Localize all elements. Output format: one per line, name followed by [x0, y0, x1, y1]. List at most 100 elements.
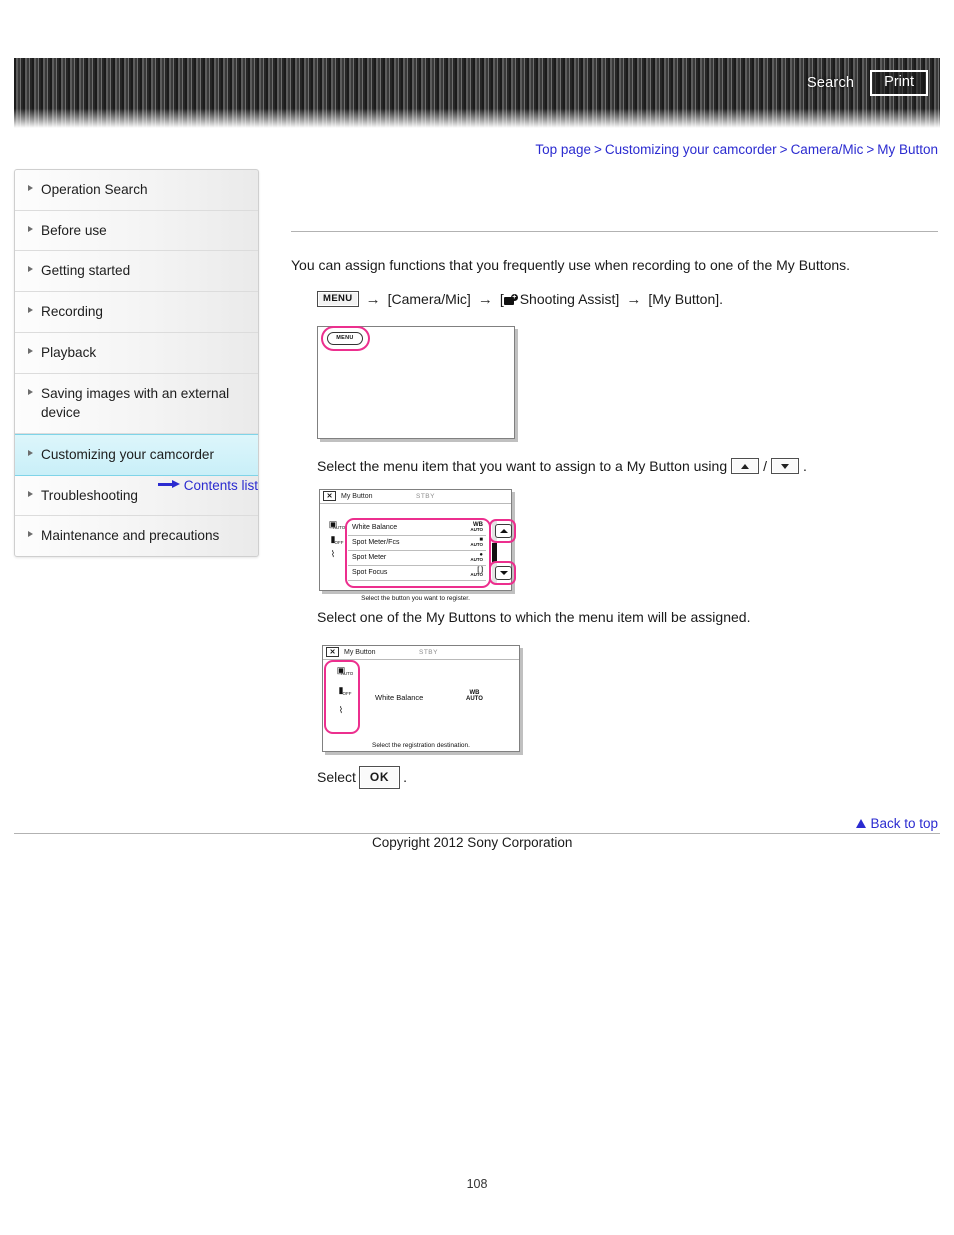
sidebar-item-operation-search[interactable]: Operation Search	[15, 170, 258, 211]
lcd2-header: ✕ My Button STBY	[320, 490, 511, 504]
sidebar-item-label: Saving images with an external device	[41, 385, 230, 421]
breadcrumb: Top page > Customizing your camcorder > Came…	[535, 142, 938, 157]
lcd3-assigned-label: White Balance	[375, 692, 424, 702]
camcorder-icon: +	[503, 294, 519, 306]
contents-list-label: Contents list	[183, 478, 258, 493]
flash-icon[interactable]: ▮ OFF	[331, 534, 344, 545]
down-arrow-key-chip[interactable]	[771, 458, 800, 475]
chevron-right-icon	[28, 388, 33, 395]
lcd2-side-icon-column: ▣ AUTO ▮ OFF ⌇	[322, 519, 346, 559]
chevron-right-icon	[28, 531, 33, 538]
contents-list-link[interactable]: Contents list	[157, 478, 258, 493]
copyright-text: Copyright 2012 Sony Corporation	[372, 835, 573, 850]
lcd2-caption: Select the button you want to register.	[361, 594, 470, 602]
lcd3-title: My Button	[344, 648, 376, 656]
step-c-prefix: Select	[317, 768, 356, 785]
sidebar-item-label: Playback	[41, 344, 97, 360]
arrow-right-icon	[157, 480, 180, 489]
sidebar-item-customizing-your-camcorder[interactable]: Customizing your camcorder	[15, 433, 258, 476]
chevron-right-icon	[28, 347, 33, 354]
chevron-right-icon	[28, 225, 33, 232]
step-a-period: .	[803, 457, 807, 474]
step-c-line: Select OK .	[291, 765, 938, 789]
menu-path-step-my-button: [My Button].	[648, 291, 724, 308]
lcd2-status-badge: STBY	[416, 492, 435, 500]
highlight-box-menu-list	[345, 517, 491, 588]
sidebar-item-before-use[interactable]: Before use	[15, 211, 258, 252]
step-c-period: .	[403, 768, 408, 785]
chevron-right-icon	[28, 266, 33, 273]
breadcrumb-item-customizing[interactable]: Customizing your camcorder	[605, 142, 777, 157]
scene-select-icon[interactable]: ▣ AUTO	[329, 519, 346, 530]
contents-list-container: Contents list	[14, 478, 259, 493]
highlight-box-scroll-up	[489, 518, 516, 543]
intro-paragraph: You can assign functions that you freque…	[291, 257, 851, 273]
sidebar-item-label: Operation Search	[41, 182, 148, 197]
main-content: You can assign functions that you freque…	[291, 169, 938, 789]
search-link[interactable]: Search	[807, 75, 854, 91]
breadcrumb-item-top-page[interactable]: Top page	[535, 142, 591, 157]
step-b-line: Select one of the My Buttons to which th…	[291, 607, 938, 628]
chevron-right-icon	[28, 307, 33, 314]
lcd2-body: ▣ AUTO ▮ OFF ⌇ White Balance WB AUTO Spot M…	[320, 504, 516, 604]
highlight-box-menu-button	[321, 325, 370, 351]
sidebar-item-recording[interactable]: Recording	[15, 292, 258, 333]
lcd3-status-badge: STBY	[419, 648, 438, 656]
close-icon[interactable]: ✕	[326, 647, 339, 658]
arrow-icon: →	[365, 290, 381, 308]
lcd-screen-mockup-1: MENU	[317, 325, 515, 439]
page-number: 108	[466, 1177, 488, 1191]
triangle-up-icon	[856, 819, 867, 828]
sidebar-item-getting-started[interactable]: Getting started	[15, 251, 258, 293]
back-to-top-link[interactable]: Back to top	[856, 816, 938, 831]
lcd3-assigned-value: WB AUTO	[466, 689, 483, 702]
lcd2-title: My Button	[341, 492, 373, 500]
sidebar-item-label: Maintenance and precautions	[41, 528, 220, 544]
sidebar-item-label: Before use	[41, 222, 107, 238]
step-a-divider: /	[763, 457, 768, 474]
lcd3-caption: Select the registration destination.	[372, 741, 470, 749]
lcd-mockup-3-wrap: ✕ My Button STBY ▣ AUTO ▮ OFF ⌇ White Bala…	[291, 644, 938, 752]
breadcrumb-separator: >	[593, 142, 602, 157]
lcd-screen-mockup-3: ✕ My Button STBY ▣ AUTO ▮ OFF ⌇ White Bala…	[322, 644, 520, 752]
sidebar-item-saving-images[interactable]: Saving images with an external device	[15, 374, 258, 434]
menu-button-chip[interactable]: MENU	[317, 291, 359, 307]
shooting-assist-label: Shooting Assist]	[519, 291, 620, 308]
title-divider	[291, 231, 938, 232]
footer-divider	[14, 833, 940, 834]
site-header-banner: Search Print	[14, 58, 940, 128]
arrow-icon: →	[626, 290, 642, 308]
step-a-text: Select the menu item that you want to as…	[317, 457, 728, 474]
header-actions: Search Print	[807, 58, 928, 108]
breadcrumb-separator: >	[779, 142, 788, 157]
highlight-box-my-buttons	[324, 659, 360, 734]
sidebar-navigation: Operation Search Before use Getting star…	[14, 169, 259, 558]
lcd-mockup-2-wrap: ✕ My Button STBY ▣ AUTO ▮ OFF ⌇ White Bala…	[291, 488, 938, 602]
up-arrow-key-chip[interactable]	[731, 458, 760, 475]
menu-path-step-camera-mic: [Camera/Mic]	[387, 291, 471, 308]
arrow-icon: →	[477, 290, 493, 308]
lcd3-header: ✕ My Button STBY	[323, 646, 519, 660]
sidebar-item-label: Getting started	[41, 263, 131, 279]
menu-path-line: MENU → [Camera/Mic] → [+ Shooting Assist]…	[291, 291, 938, 308]
step-b-text: Select one of the My Buttons to which th…	[317, 608, 751, 625]
lcd-screen-mockup-2: ✕ My Button STBY ▣ AUTO ▮ OFF ⌇ White Bala…	[319, 488, 516, 602]
sidebar-item-label: Recording	[41, 304, 103, 320]
menu-path-step-shooting-assist: [+ Shooting Assist]	[500, 291, 620, 307]
chevron-right-icon	[28, 185, 33, 191]
sidebar-item-playback[interactable]: Playback	[15, 333, 258, 374]
breadcrumb-item-camera-mic[interactable]: Camera/Mic	[791, 142, 864, 157]
back-to-top-label: Back to top	[870, 816, 938, 831]
lcd-mockup-1-wrap: MENU	[291, 325, 938, 439]
microphone-icon[interactable]: ⌇	[331, 549, 335, 559]
breadcrumb-item-my-button[interactable]: My Button	[877, 142, 938, 157]
chevron-right-icon	[28, 449, 33, 456]
sidebar-item-maintenance[interactable]: Maintenance and precautions	[15, 516, 258, 556]
highlight-box-scroll-down	[489, 560, 516, 585]
close-icon[interactable]: ✕	[323, 491, 336, 502]
print-button[interactable]: Print	[870, 69, 928, 97]
ok-button-chip[interactable]: OK	[358, 765, 401, 789]
breadcrumb-separator: >	[866, 142, 875, 157]
step-a-line: Select the menu item that you want to as…	[291, 456, 938, 477]
sidebar-item-label: Customizing your camcorder	[41, 446, 215, 462]
